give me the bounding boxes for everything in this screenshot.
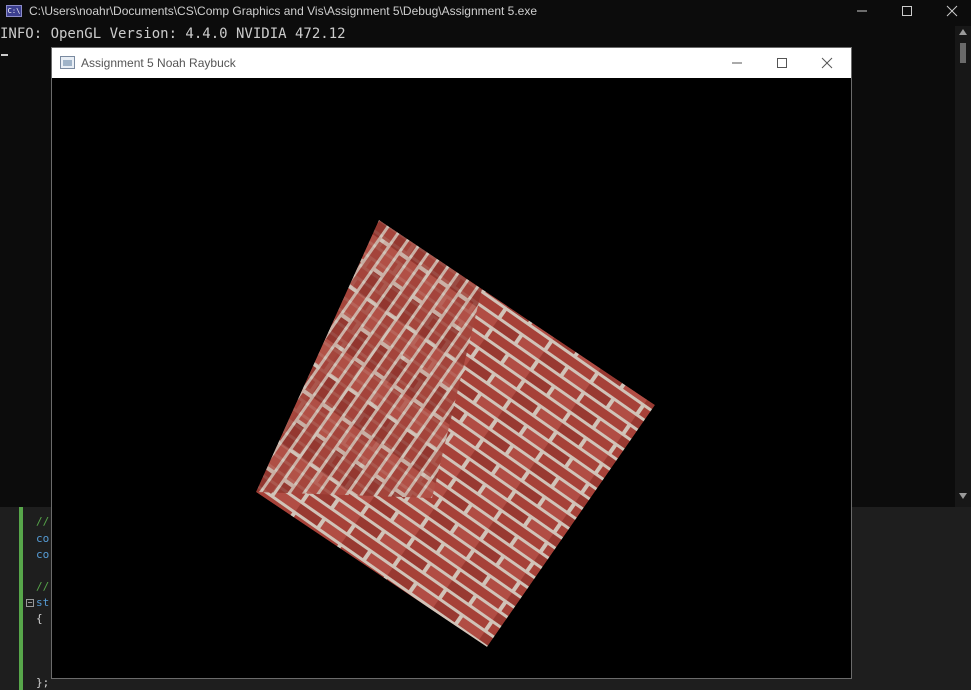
maximize-icon bbox=[902, 6, 912, 16]
opengl-viewport[interactable] bbox=[52, 78, 851, 678]
console-close-button[interactable] bbox=[929, 0, 971, 24]
scroll-down-arrow-icon[interactable] bbox=[959, 493, 967, 499]
collapse-toggle-icon[interactable]: − bbox=[26, 599, 34, 607]
opengl-close-button[interactable] bbox=[804, 48, 850, 78]
console-output-line: INFO: OpenGL Version: 4.4.0 NVIDIA 472.1… bbox=[0, 26, 346, 42]
console-app-icon: C:\ bbox=[6, 5, 22, 17]
opengl-window-title: Assignment 5 Noah Raybuck bbox=[81, 56, 236, 70]
code-line: }; bbox=[36, 676, 50, 689]
opengl-maximize-button[interactable] bbox=[759, 48, 805, 78]
maximize-icon bbox=[777, 58, 787, 68]
code-line: // bbox=[36, 580, 50, 593]
code-line: // bbox=[36, 515, 50, 528]
console-scrollbar[interactable] bbox=[955, 26, 971, 507]
opengl-titlebar[interactable]: Assignment 5 Noah Raybuck bbox=[52, 48, 851, 78]
code-line: st bbox=[36, 596, 50, 609]
close-icon bbox=[821, 57, 833, 69]
code-line: co bbox=[36, 548, 50, 561]
console-window-title: C:\Users\noahr\Documents\CS\Comp Graphic… bbox=[29, 4, 538, 18]
console-titlebar[interactable]: C:\ C:\Users\noahr\Documents\CS\Comp Gra… bbox=[0, 0, 971, 24]
code-line: { bbox=[36, 612, 43, 625]
close-icon bbox=[946, 5, 958, 17]
console-maximize-button[interactable] bbox=[884, 0, 930, 24]
minimize-icon bbox=[732, 62, 742, 64]
opengl-minimize-button[interactable] bbox=[714, 48, 760, 78]
textured-quad bbox=[256, 220, 655, 647]
console-minimize-button[interactable] bbox=[839, 0, 885, 24]
code-line: co bbox=[36, 532, 50, 545]
minimize-icon bbox=[857, 10, 867, 12]
scroll-thumb[interactable] bbox=[960, 43, 966, 63]
ide-change-bar bbox=[19, 507, 23, 690]
opengl-window: Assignment 5 Noah Raybuck bbox=[51, 47, 852, 679]
app-window-icon bbox=[60, 56, 75, 69]
console-cursor bbox=[1, 54, 8, 56]
scroll-up-arrow-icon[interactable] bbox=[959, 29, 967, 35]
rendered-scene bbox=[256, 220, 655, 647]
